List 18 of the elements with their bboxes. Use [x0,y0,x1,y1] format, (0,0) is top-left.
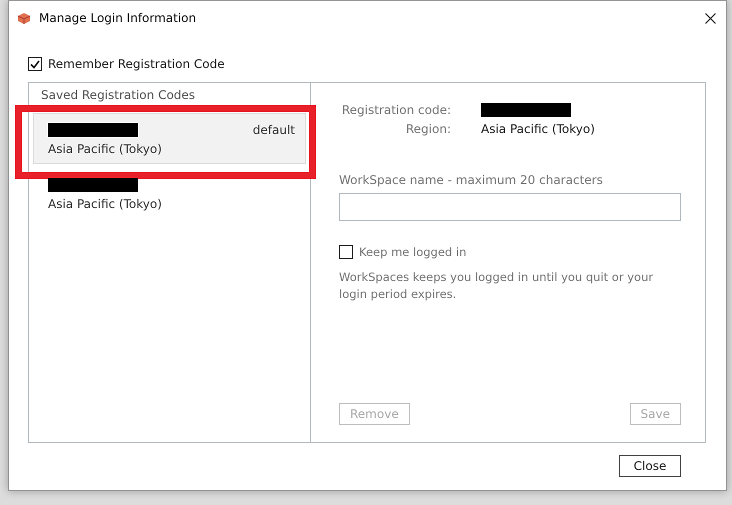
note-text: WorkSpaces keeps you logged in until you quit or your login period expires. [339,269,654,303]
cube-icon [17,12,31,24]
default-tag: default [252,123,295,137]
list-item[interactable]: Asia Pacific (Tokyo) [33,168,306,219]
region-value: Asia Pacific (Tokyo) [481,122,595,136]
list-heading: Saved Registration Codes [40,87,196,103]
checkbox-label: Remember Registration Code [48,57,225,71]
field-label: WorkSpace name - maximum 20 characters [339,173,604,187]
field-label: Region: [406,122,451,136]
window-title: Manage Login Information [39,11,198,25]
list-item[interactable]: default Asia Pacific (Tokyo) [33,113,306,164]
close-button[interactable]: Close [619,455,681,477]
field-label: Registration code: [342,103,451,117]
checkbox[interactable] [339,245,353,259]
close-icon[interactable] [705,12,716,24]
checkbox-label: Keep me logged in [359,245,466,259]
checkbox[interactable] [28,57,42,71]
input-field[interactable] [339,193,681,221]
